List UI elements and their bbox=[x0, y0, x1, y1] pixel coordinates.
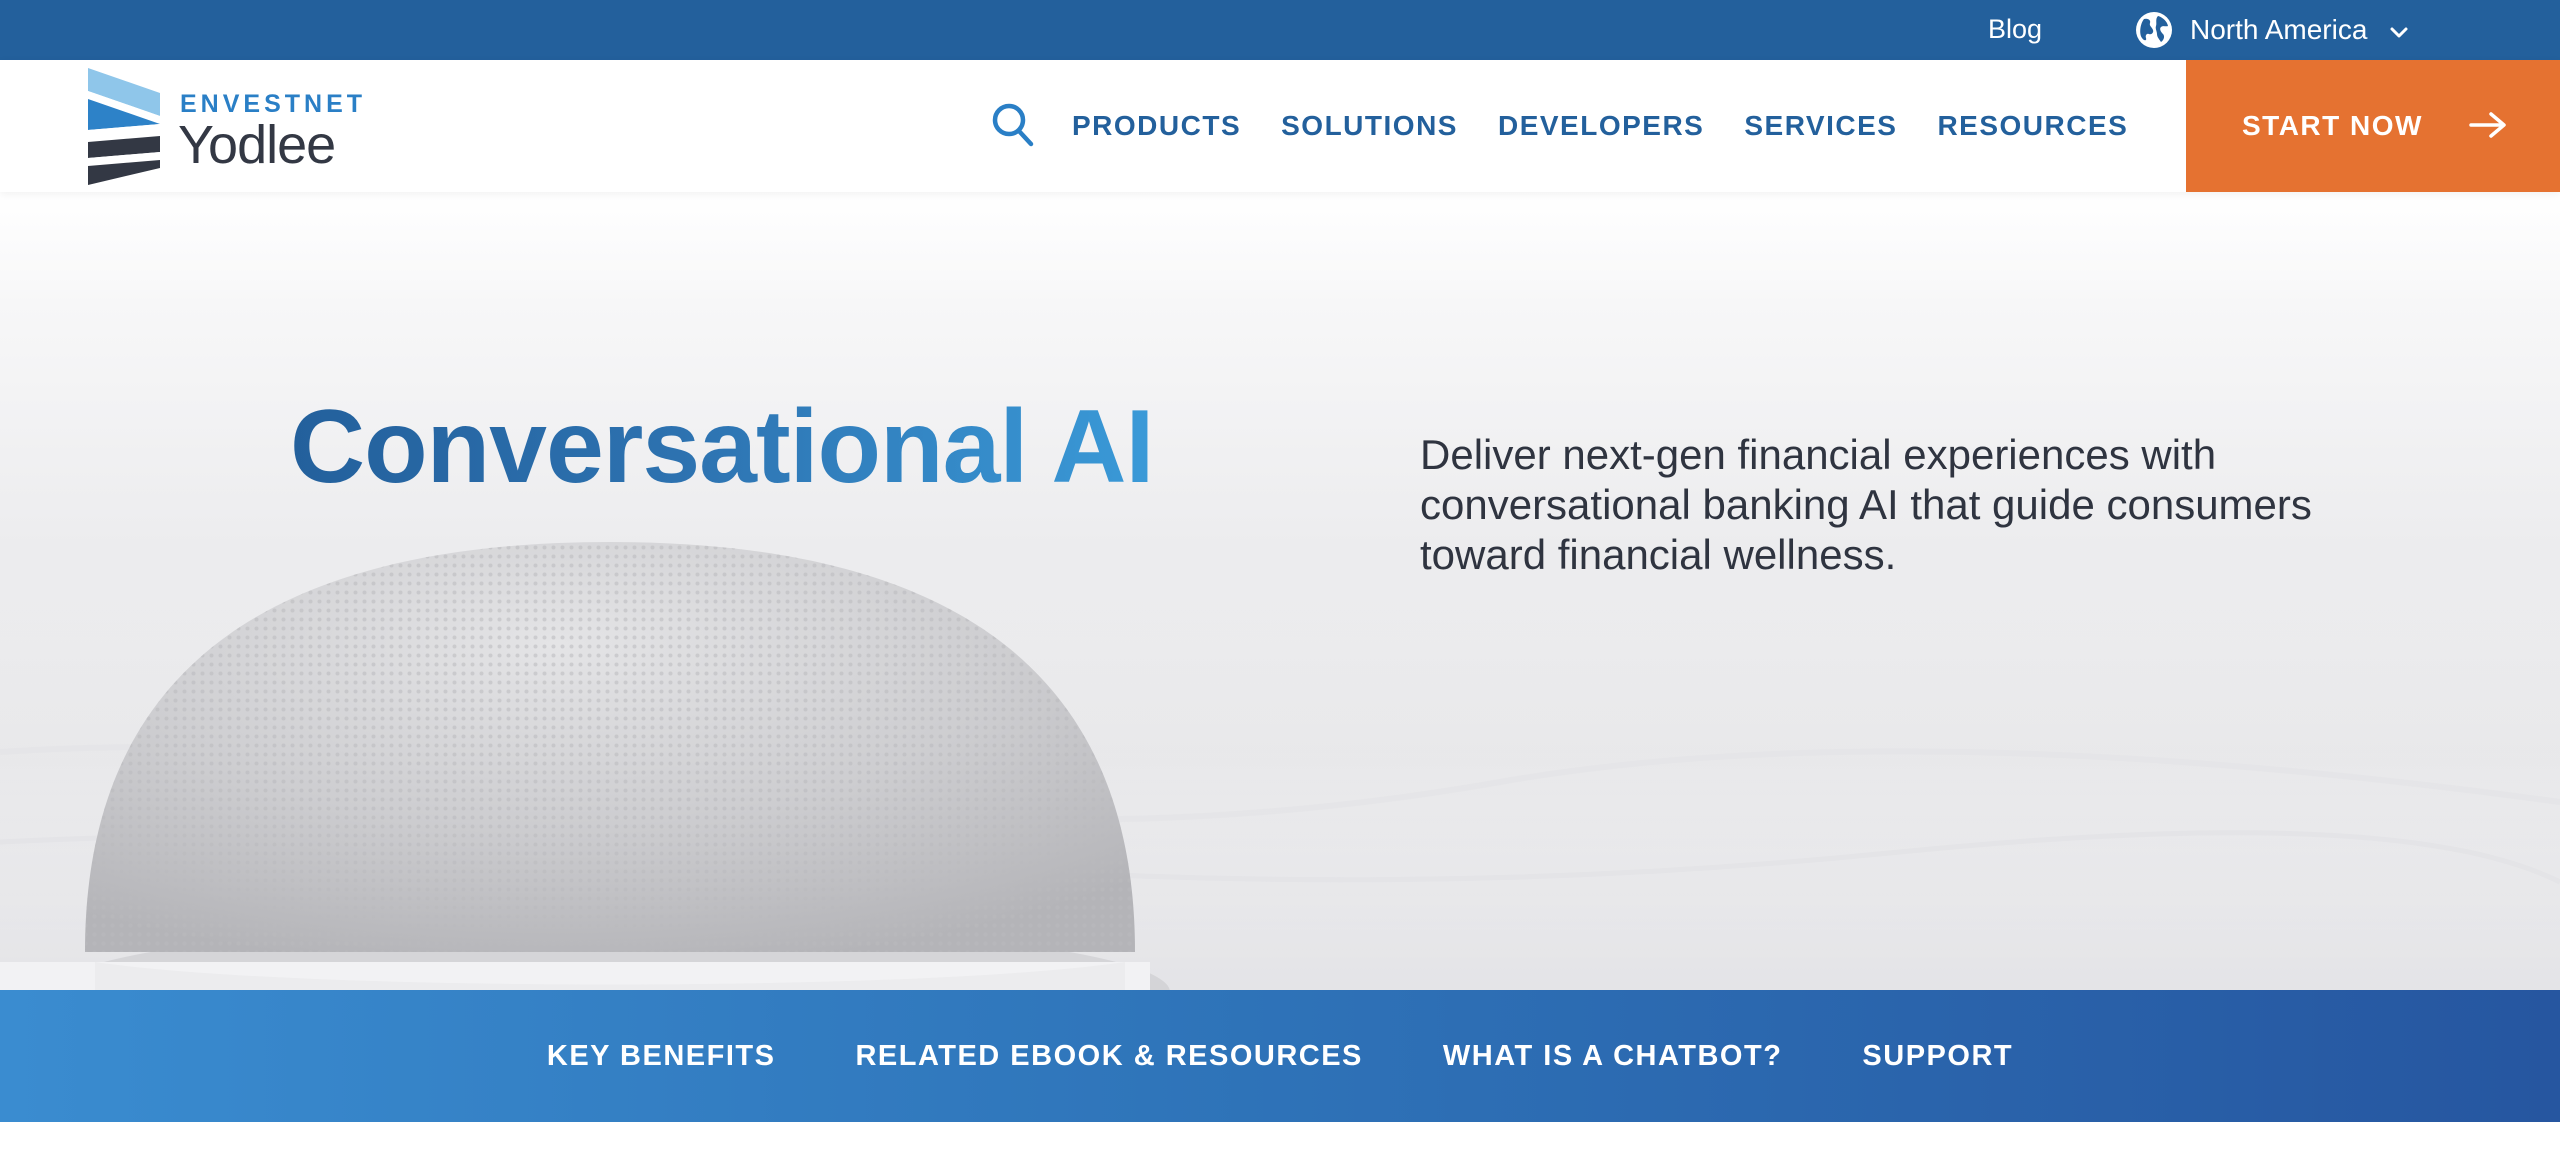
nav-products[interactable]: PRODUCTS bbox=[1072, 110, 1241, 142]
nav-developers[interactable]: DEVELOPERS bbox=[1498, 110, 1704, 142]
section-link-related-ebook-resources[interactable]: RELATED EBOOK & RESOURCES bbox=[855, 1040, 1362, 1073]
region-selector[interactable]: North America bbox=[2134, 10, 2409, 50]
chevron-down-icon bbox=[2390, 27, 2408, 38]
section-nav-bar: KEY BENEFITS RELATED EBOOK & RESOURCES W… bbox=[0, 990, 2560, 1122]
logo-mark-icon bbox=[88, 68, 160, 185]
globe-icon bbox=[2136, 12, 2172, 48]
logo-brand-main: Yodlee bbox=[178, 115, 336, 175]
section-link-key-benefits[interactable]: KEY BENEFITS bbox=[547, 1040, 776, 1073]
smart-speaker-image bbox=[0, 542, 2560, 990]
main-header: ENVESTNET Yodlee PRODUCTS SOLUTIONS DEVE… bbox=[0, 60, 2560, 192]
arrow-right-icon bbox=[2469, 112, 2506, 138]
hero-description: Deliver next-gen financial experiences w… bbox=[1420, 431, 2312, 578]
blog-link[interactable]: Blog bbox=[1988, 14, 2042, 45]
hero-section: Conversational AI Deliver next-gen finan… bbox=[0, 192, 2560, 990]
section-link-what-is-a-chatbot[interactable]: WHAT IS A CHATBOT? bbox=[1443, 1040, 1783, 1073]
section-link-support[interactable]: SUPPORT bbox=[1862, 1040, 2013, 1073]
start-now-label: START NOW bbox=[2242, 110, 2423, 141]
page-content-start bbox=[0, 1122, 2560, 1162]
region-label: North America bbox=[2190, 14, 2368, 45]
nav-solutions[interactable]: SOLUTIONS bbox=[1281, 110, 1458, 142]
search-icon[interactable] bbox=[990, 101, 1036, 149]
nav-services[interactable]: SERVICES bbox=[1744, 110, 1897, 142]
envestnet-yodlee-logo[interactable]: ENVESTNET Yodlee bbox=[88, 68, 368, 188]
start-now-button[interactable]: START NOW bbox=[2186, 60, 2560, 192]
primary-nav: PRODUCTS SOLUTIONS DEVELOPERS SERVICES R… bbox=[1072, 60, 2128, 192]
utility-bar: Blog North America bbox=[0, 0, 2560, 60]
nav-resources[interactable]: RESOURCES bbox=[1937, 110, 2128, 142]
hero-title: Conversational AI bbox=[290, 389, 1154, 505]
